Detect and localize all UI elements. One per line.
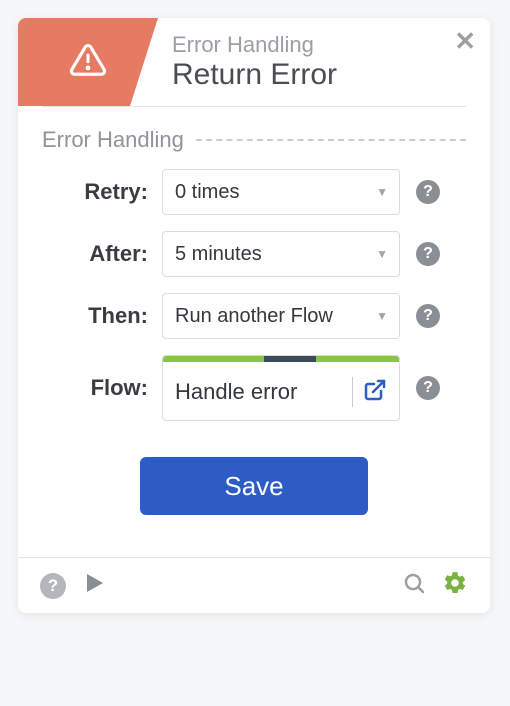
save-button[interactable]: Save xyxy=(140,457,368,515)
after-label: After: xyxy=(42,241,162,267)
search-icon xyxy=(402,582,426,599)
after-row: After: 5 minutes ▼ ? xyxy=(42,231,466,277)
retry-value: 0 times xyxy=(162,169,400,215)
chevron-down-icon: ▼ xyxy=(376,185,388,199)
close-icon: ✕ xyxy=(454,26,476,56)
section-label: Error Handling xyxy=(42,127,184,153)
question-icon: ? xyxy=(423,183,433,201)
flow-progress-bar xyxy=(163,356,399,362)
header-divider xyxy=(42,106,466,107)
card-footer: ? xyxy=(18,557,490,613)
question-icon: ? xyxy=(423,379,433,397)
header-icon-slab xyxy=(18,18,158,106)
dashed-divider xyxy=(196,139,466,141)
footer-left: ? xyxy=(40,571,402,600)
question-icon: ? xyxy=(48,576,58,596)
chevron-down-icon: ▼ xyxy=(376,247,388,261)
retry-select[interactable]: 0 times ▼ xyxy=(162,169,400,215)
flow-row: Flow: Handle error xyxy=(42,355,466,421)
retry-label: Retry: xyxy=(42,179,162,205)
alert-triangle-icon xyxy=(69,41,107,84)
card-content: Error Handling Retry: 0 times ▼ ? After:… xyxy=(18,115,490,557)
card-header: Error Handling Return Error ✕ xyxy=(18,18,490,106)
open-flow-button[interactable] xyxy=(363,378,387,407)
then-select[interactable]: Run another Flow ▼ xyxy=(162,293,400,339)
then-help-button[interactable]: ? xyxy=(416,304,440,328)
after-select[interactable]: 5 minutes ▼ xyxy=(162,231,400,277)
after-value: 5 minutes xyxy=(162,231,400,277)
search-button[interactable] xyxy=(402,571,426,600)
flow-help-button[interactable]: ? xyxy=(416,376,440,400)
question-icon: ? xyxy=(423,307,433,325)
settings-button[interactable] xyxy=(442,570,468,601)
play-icon xyxy=(82,582,106,599)
question-icon: ? xyxy=(423,245,433,263)
after-help-button[interactable]: ? xyxy=(416,242,440,266)
save-row: Save xyxy=(42,457,466,515)
then-value: Run another Flow xyxy=(162,293,400,339)
gear-icon xyxy=(442,583,468,600)
then-row: Then: Run another Flow ▼ ? xyxy=(42,293,466,339)
header-title: Return Error xyxy=(172,58,480,92)
footer-help-button[interactable]: ? xyxy=(40,573,66,599)
flow-separator xyxy=(352,377,353,407)
error-handling-card: Error Handling Return Error ✕ Error Hand… xyxy=(18,18,490,613)
flow-selector[interactable]: Handle error xyxy=(162,355,400,421)
header-titles: Error Handling Return Error xyxy=(158,18,490,106)
flow-label: Flow: xyxy=(42,375,162,401)
close-button[interactable]: ✕ xyxy=(454,28,476,54)
retry-help-button[interactable]: ? xyxy=(416,180,440,204)
footer-right xyxy=(402,570,468,601)
run-button[interactable] xyxy=(82,571,106,600)
section-label-row: Error Handling xyxy=(42,127,466,153)
header-subtitle: Error Handling xyxy=(172,32,480,58)
chevron-down-icon: ▼ xyxy=(376,309,388,323)
flow-name: Handle error xyxy=(175,379,342,405)
retry-row: Retry: 0 times ▼ ? xyxy=(42,169,466,215)
flow-content: Handle error xyxy=(163,362,399,421)
then-label: Then: xyxy=(42,303,162,329)
external-link-icon xyxy=(363,389,387,406)
